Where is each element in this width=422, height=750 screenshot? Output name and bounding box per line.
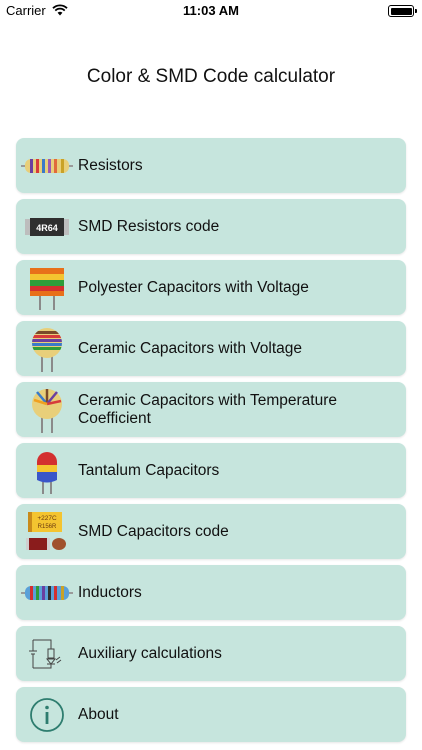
ceramic-temperature-capacitor-icon: [32, 388, 62, 433]
info-icon: [30, 697, 64, 732]
status-time: 11:03 AM: [183, 3, 239, 18]
circuit-diagram-icon: [29, 639, 62, 668]
menu-item-label: About: [78, 705, 119, 723]
ceramic-capacitor-icon: [32, 327, 62, 372]
menu-item-about[interactable]: About: [16, 687, 406, 742]
smd-capacitor-code-text-1: +227C: [37, 515, 57, 522]
menu-item-auxiliary-calculations[interactable]: Auxiliary calculations: [16, 626, 406, 681]
menu-item-polyester-capacitors[interactable]: Polyester Capacitors with Voltage: [16, 260, 406, 315]
menu-item-ceramic-capacitors-temperature[interactable]: Ceramic Capacitors with Temperature Coef…: [16, 382, 406, 437]
smd-resistor-icon: 4R64: [25, 217, 69, 236]
menu-item-label: Ceramic Capacitors with Voltage: [78, 339, 302, 357]
menu-item-smd-capacitors-code[interactable]: +227C R156R SMD Capacitors code: [16, 504, 406, 559]
menu-item-inductors[interactable]: Inductors: [16, 565, 406, 620]
battery-icon: [388, 5, 417, 17]
status-bar: Carrier 11:03 AM: [0, 0, 422, 22]
menu-item-label: SMD Capacitors code: [78, 522, 229, 540]
menu-item-label: Resistors: [78, 156, 143, 174]
inductor-icon: [21, 585, 73, 600]
smd-capacitor-code-text-2: R156R: [38, 524, 57, 530]
menu-item-label: Inductors: [78, 583, 142, 601]
menu-item-smd-resistors-code[interactable]: 4R64 SMD Resistors code: [16, 199, 406, 254]
menu-item-resistors[interactable]: Resistors: [16, 138, 406, 193]
menu-item-label: Auxiliary calculations: [78, 644, 222, 662]
polyester-capacitor-icon: [30, 267, 64, 310]
menu-item-ceramic-capacitors-voltage[interactable]: Ceramic Capacitors with Voltage: [16, 321, 406, 376]
smd-resistor-code-text: 4R64: [36, 223, 58, 233]
resistor-icon: [21, 158, 73, 173]
menu-item-label: Tantalum Capacitors: [78, 461, 220, 479]
menu-list: Resistors 4R64 SMD Resistors code Polyes…: [16, 138, 406, 748]
menu-item-label: SMD Resistors code: [78, 217, 220, 235]
menu-item-tantalum-capacitors[interactable]: Tantalum Capacitors: [16, 443, 406, 498]
menu-item-label: Ceramic Capacitors with Temperature Coef…: [78, 391, 338, 427]
menu-item-label: Polyester Capacitors with Voltage: [78, 278, 309, 296]
smd-capacitor-icon: +227C R156R: [26, 511, 66, 550]
page-title: Color & SMD Code calculator: [86, 66, 336, 87]
tantalum-capacitor-icon: [37, 451, 57, 494]
